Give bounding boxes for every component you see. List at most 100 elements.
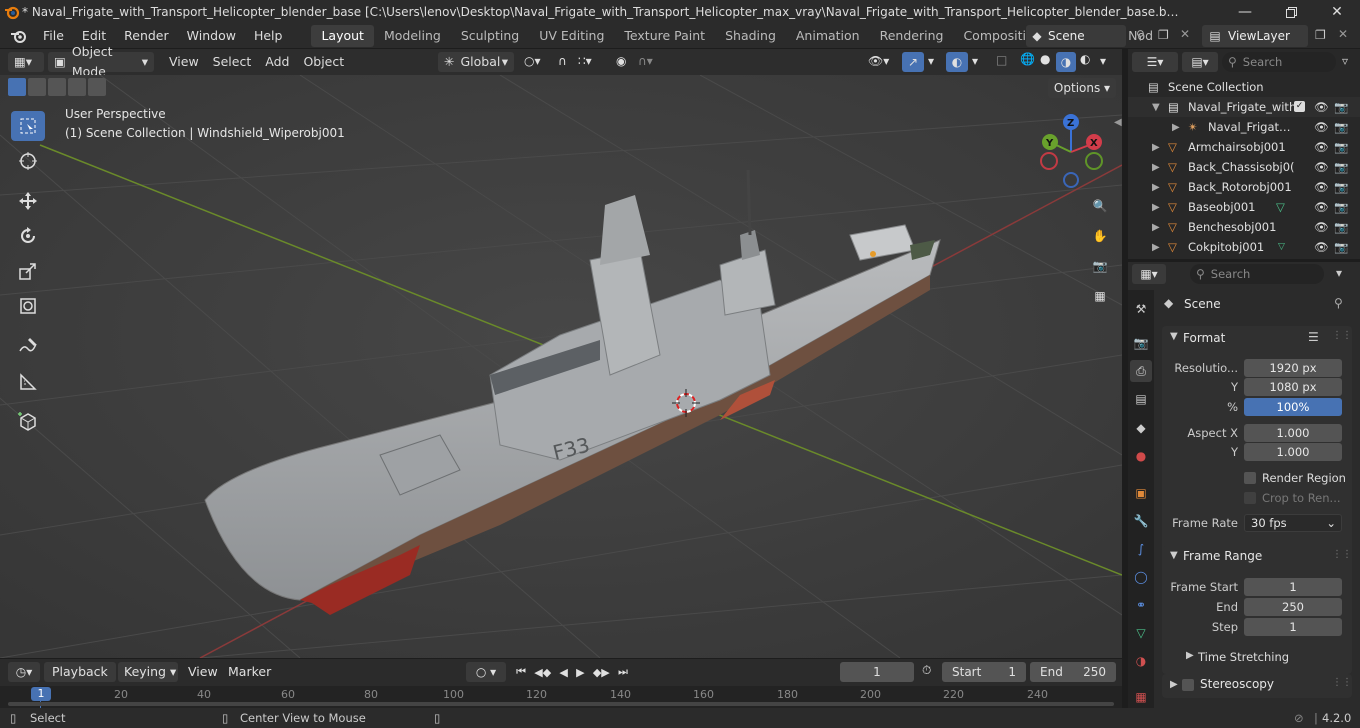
play-icon[interactable]: ▶ [576, 666, 584, 679]
playhead[interactable]: 1 [31, 687, 51, 701]
chevron-down-icon[interactable]: ▾ [1336, 266, 1342, 280]
drag-handle-icon[interactable]: ⋮⋮ [1332, 549, 1352, 560]
tab-layout[interactable]: Layout [311, 25, 374, 47]
pin-icon[interactable]: ⚲ [1136, 28, 1145, 42]
maximize-button[interactable] [1268, 0, 1314, 24]
pivot-icon[interactable]: ○▾ [524, 54, 541, 68]
camera-view-button[interactable]: 📷 [1087, 253, 1113, 279]
expand-icon[interactable]: ▶ [1152, 202, 1160, 213]
menu-window[interactable]: Window [178, 24, 245, 48]
camera-icon[interactable]: 📷 [1334, 140, 1348, 154]
view-layer-properties-tab[interactable]: ▤ [1130, 388, 1152, 410]
outliner-item-mesh[interactable]: ▶ ▽ Back_Chassisobj0( 👁 📷 [1128, 157, 1360, 177]
outliner-item-mesh[interactable]: ▶ ▽ Cokpitobj001 ▽ 👁 📷 [1128, 237, 1360, 257]
close-window-button[interactable]: ✕ [1314, 0, 1360, 24]
new-view-layer-icon[interactable]: ❐ [1315, 28, 1326, 42]
resolution-percent-field[interactable]: 100% [1244, 398, 1342, 416]
keying-menu[interactable]: Keying ▾ [118, 662, 178, 682]
pin-icon[interactable]: ⚲ [1334, 296, 1343, 310]
scale-tool[interactable] [11, 256, 45, 286]
menu-object[interactable]: Object [296, 52, 351, 72]
measure-tool[interactable] [11, 367, 45, 397]
ortho-toggle-button[interactable]: ▦ [1087, 283, 1113, 309]
select-extend-icon[interactable] [28, 78, 46, 96]
proportional-edit-icon[interactable]: ◉ [616, 54, 626, 68]
data-properties-tab[interactable]: ▽ [1130, 622, 1152, 644]
overlay-toggle-icon[interactable]: ◐ [946, 52, 968, 72]
select-box-tool[interactable] [11, 111, 45, 141]
outliner-item-mesh[interactable]: ▶ ▽ Back_Rotorobj001 👁 📷 [1128, 177, 1360, 197]
scene-properties-tab[interactable]: ◆ [1130, 417, 1152, 439]
move-tool[interactable] [11, 186, 45, 216]
solid-shading-icon[interactable]: ● [1040, 52, 1050, 66]
editor-type-button[interactable]: ▦▾ [8, 52, 44, 72]
blender-menu-icon[interactable] [10, 28, 28, 44]
menu-file[interactable]: File [34, 24, 73, 48]
chevron-down-icon[interactable]: ▾ [972, 54, 978, 68]
tool-properties-tab[interactable]: ⚒ [1130, 298, 1152, 320]
tab-sculpting[interactable]: Sculpting [451, 25, 529, 47]
chevron-down-icon[interactable]: ▼ [1170, 331, 1178, 342]
chevron-down-icon[interactable]: ▾ [928, 54, 934, 68]
stereoscopy-title[interactable]: Stereoscopy [1200, 677, 1274, 691]
checkbox-icon[interactable]: ✓ [1294, 101, 1305, 112]
aspect-x-field[interactable]: 1.000 [1244, 424, 1342, 442]
select-new-icon[interactable] [8, 78, 26, 96]
3d-viewport[interactable]: F33 Z X Y User Perspective (1) Scene Col… [0, 75, 1122, 658]
menu-help[interactable]: Help [245, 24, 292, 48]
delete-scene-icon[interactable]: ✕ [1180, 27, 1190, 41]
eye-icon[interactable]: 👁 [1314, 100, 1329, 114]
chevron-right-icon[interactable]: ▶ [1186, 650, 1194, 661]
scene-selector[interactable]: ◆ Scene [1026, 25, 1126, 47]
eye-icon[interactable]: 👁 [1314, 220, 1329, 234]
outliner-root[interactable]: ▤ Scene Collection [1128, 77, 1360, 97]
expand-icon[interactable]: ▶ [1152, 222, 1160, 233]
jump-end-icon[interactable]: ⏭ [618, 665, 628, 679]
auto-keying-toggle[interactable]: ○ ▾ [466, 662, 506, 682]
outliner-item-mesh[interactable]: ▶ ▽ Armchairsobj001 👁 📷 [1128, 137, 1360, 157]
tab-rendering[interactable]: Rendering [870, 25, 954, 47]
menu-add[interactable]: Add [258, 52, 296, 72]
select-subtract-icon[interactable] [48, 78, 66, 96]
chevron-down-icon[interactable]: ▾ [1100, 54, 1106, 68]
eye-icon[interactable]: 👁 [1314, 120, 1329, 134]
gizmo-toggle-icon[interactable]: ↗ [902, 52, 924, 72]
playback-menu[interactable]: Playback ▾ [44, 662, 116, 699]
tab-modeling[interactable]: Modeling [374, 25, 451, 47]
expand-icon[interactable]: ▶ [1172, 122, 1180, 133]
modifier-properties-tab[interactable]: 🔧 [1130, 510, 1152, 532]
chevron-right-icon[interactable]: ▶ [1170, 679, 1178, 690]
render-region-checkbox[interactable] [1244, 472, 1256, 484]
stopwatch-icon[interactable]: ⏱ [922, 663, 931, 678]
rotate-tool[interactable] [11, 221, 45, 251]
camera-icon[interactable]: 📷 [1334, 100, 1348, 114]
select-invert-icon[interactable] [68, 78, 86, 96]
stereoscopy-checkbox[interactable] [1182, 679, 1194, 691]
render-properties-tab[interactable]: 📷 [1130, 332, 1152, 354]
time-stretching-subpanel[interactable]: Time Stretching [1198, 650, 1289, 664]
expand-icon[interactable]: ▶ [1152, 242, 1160, 253]
jump-start-icon[interactable]: ⏮ [516, 665, 526, 679]
timeline-scrollbar[interactable] [8, 702, 1114, 706]
current-frame-field[interactable]: 1 [840, 662, 914, 682]
properties-editor-type[interactable]: ▦▾ [1132, 264, 1166, 284]
xray-icon[interactable]: □ [996, 53, 1007, 67]
timeline-editor-type[interactable]: ◷▾ [8, 662, 40, 682]
frame-step-field[interactable]: 1 [1244, 618, 1342, 636]
frame-range-title[interactable]: Frame Range [1183, 549, 1262, 563]
outliner-item-mesh[interactable]: ▶ ▽ Benchesobj001 👁 📷 [1128, 217, 1360, 237]
options-dropdown[interactable]: Options ▾ [1048, 78, 1116, 98]
select-intersect-icon[interactable] [88, 78, 106, 96]
eye-icon[interactable]: 👁 [1314, 240, 1329, 254]
aspect-y-field[interactable]: 1.000 [1244, 443, 1342, 461]
crop-checkbox[interactable] [1244, 492, 1256, 504]
drag-handle-icon[interactable]: ⋮⋮ [1332, 677, 1352, 688]
outliner-search-input[interactable]: ⚲ Search [1222, 52, 1336, 72]
play-reverse-icon[interactable]: ◀ [559, 666, 567, 679]
eye-icon[interactable]: 👁 [1314, 160, 1329, 174]
view-layer-selector[interactable]: ▤ ViewLayer [1202, 25, 1308, 47]
timeline-ruler[interactable]: 1 20 40 60 80 100 120 140 160 180 200 22… [0, 686, 1122, 708]
add-cube-tool[interactable] [11, 406, 45, 436]
cursor-tool[interactable] [11, 146, 45, 176]
sidebar-toggle-icon[interactable]: ◀ [1114, 117, 1122, 128]
